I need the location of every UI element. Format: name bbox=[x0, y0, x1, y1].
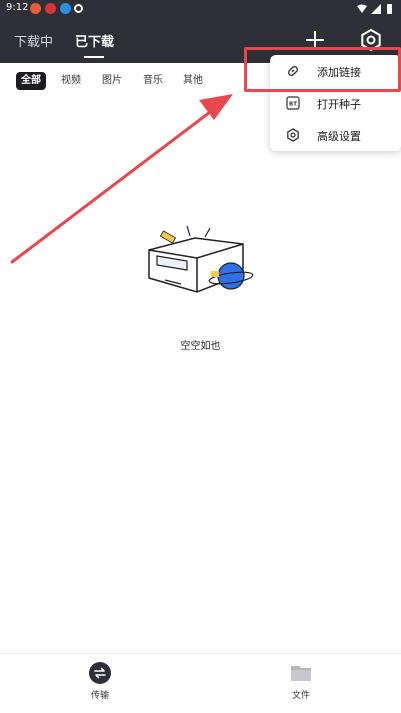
filter-music[interactable]: 音乐 bbox=[143, 72, 163, 90]
folder-icon bbox=[291, 666, 311, 681]
nav-item-transfer[interactable]: 传输 bbox=[70, 654, 130, 713]
annotation-highlight-box bbox=[244, 47, 401, 92]
menu-label-open-torrent: 打开种子 bbox=[317, 98, 361, 111]
bottom-nav: 传输 文件 bbox=[0, 653, 401, 713]
nav-item-files[interactable]: 文件 bbox=[271, 654, 331, 713]
hexagon-settings-icon bbox=[287, 128, 299, 142]
transfer-icon bbox=[89, 662, 111, 684]
signal-icon bbox=[371, 4, 381, 14]
bt-torrent-icon: BT bbox=[286, 96, 300, 110]
filter-other[interactable]: 其他 bbox=[183, 72, 203, 90]
nav-label-transfer: 传输 bbox=[90, 691, 109, 701]
wifi-icon bbox=[357, 4, 367, 13]
battery-icon bbox=[387, 4, 392, 14]
active-tab-indicator bbox=[84, 56, 104, 58]
nav-label-files: 文件 bbox=[291, 691, 310, 701]
empty-box-illustration bbox=[148, 225, 254, 293]
tab-downloading[interactable]: 下载中 bbox=[14, 31, 53, 50]
notification-app-icon-1 bbox=[30, 3, 41, 14]
notification-app-icon-4 bbox=[74, 4, 83, 13]
status-time: 9:12 bbox=[6, 2, 29, 13]
empty-state-message: 空空如也 bbox=[180, 341, 221, 352]
tab-downloaded[interactable]: 已下载 bbox=[75, 31, 114, 50]
bt-badge: BT bbox=[289, 102, 297, 108]
notification-app-icon-2 bbox=[45, 3, 56, 14]
notification-app-icon-3 bbox=[60, 3, 71, 14]
status-bar: 9:12 bbox=[0, 0, 401, 18]
menu-label-advanced-settings: 高级设置 bbox=[317, 130, 361, 143]
filter-all[interactable]: 全部 bbox=[16, 72, 46, 90]
filter-image[interactable]: 图片 bbox=[102, 72, 122, 90]
menu-item-advanced-settings[interactable]: 高级设置 bbox=[270, 119, 401, 151]
status-indicators bbox=[357, 4, 392, 14]
filter-video[interactable]: 视频 bbox=[61, 72, 81, 90]
